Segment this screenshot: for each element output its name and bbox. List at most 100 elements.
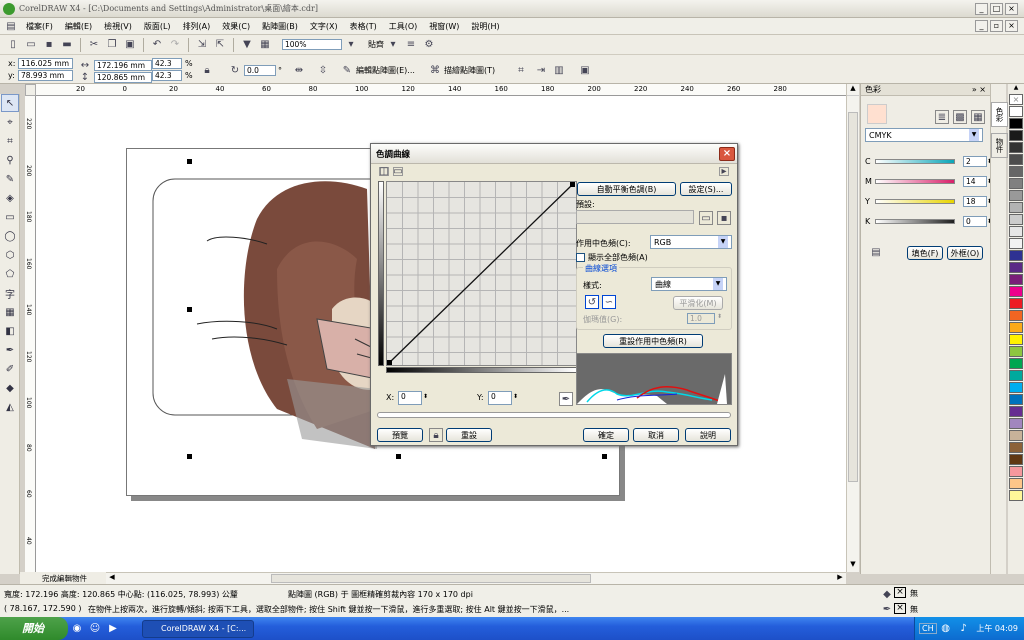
palette-swatch[interactable] <box>1009 166 1023 177</box>
save-preset-icon[interactable]: ▪ <box>717 211 731 225</box>
outline-tool-icon[interactable]: ✐ <box>1 360 19 378</box>
split-view-icon[interactable]: ◫ <box>379 166 389 177</box>
mirror-horizontal-icon[interactable]: ⇹ <box>292 63 306 77</box>
chevron-down-icon[interactable]: ▾ <box>344 38 358 52</box>
doc-close-button[interactable]: × <box>1005 20 1018 32</box>
menu-layout[interactable]: 版面(L) <box>138 21 177 32</box>
single-view-icon[interactable]: ▭ <box>393 166 403 177</box>
doc-minimize-button[interactable]: _ <box>975 20 988 32</box>
fill-button[interactable]: 填色(F) <box>907 246 943 260</box>
minimize-button[interactable]: _ <box>975 2 988 15</box>
import-icon[interactable]: ⇲ <box>195 38 209 52</box>
new-icon[interactable]: ▯ <box>6 38 20 52</box>
x-position-field[interactable]: 116.025 mm <box>18 58 73 69</box>
preview-button[interactable]: 預覽 <box>377 428 423 442</box>
menu-tools[interactable]: 工具(O) <box>383 21 424 32</box>
vertical-scrollbar[interactable]: ▲ ▼ <box>846 84 859 572</box>
palette-swatch[interactable] <box>1009 250 1023 261</box>
horizontal-ruler[interactable]: 20 0 20 40 60 80 100 120 140 160 180 200 220 240 260 28… <box>36 84 846 96</box>
no-fill-swatch[interactable]: × <box>894 587 906 598</box>
help-button[interactable]: 說明 <box>685 428 731 442</box>
horizontal-scroll-thumb[interactable] <box>271 574 591 583</box>
palette-swatch[interactable] <box>1009 142 1023 153</box>
selection-handle[interactable] <box>396 454 401 459</box>
selection-handle[interactable] <box>602 454 607 459</box>
network-icon[interactable]: ◍ <box>939 622 953 636</box>
channel-value-field[interactable]: 14 <box>963 176 987 187</box>
height-field[interactable]: 120.865 mm <box>94 71 152 83</box>
curve-graph[interactable] <box>386 181 577 366</box>
menu-bitmaps[interactable]: 點陣圖(B) <box>256 21 304 32</box>
palette-swatch[interactable] <box>1009 238 1023 249</box>
curve-endpoint[interactable] <box>570 182 575 187</box>
palette-swatch[interactable] <box>1009 310 1023 321</box>
palette-swatch[interactable] <box>1009 334 1023 345</box>
color-palettes-icon[interactable]: ▦ <box>971 110 985 124</box>
freehand-tool-icon[interactable]: ✎ <box>1 170 19 188</box>
palette-swatch[interactable] <box>1009 478 1023 489</box>
y-spinner-icon[interactable]: ⬍ <box>513 393 518 400</box>
selection-handle[interactable] <box>187 159 192 164</box>
channel-slider[interactable] <box>875 159 955 164</box>
palette-swatch[interactable] <box>1009 346 1023 357</box>
gamma-field[interactable]: 1.0 <box>687 313 715 324</box>
tab-object[interactable]: 物件 <box>991 133 1008 158</box>
channel-value-field[interactable]: 18 <box>963 196 987 207</box>
menu-text[interactable]: 文字(X) <box>304 21 344 32</box>
color-docker-menu-icon[interactable]: ▤ <box>869 245 883 259</box>
vertical-scroll-thumb[interactable] <box>848 112 858 482</box>
palette-swatch[interactable] <box>1009 406 1023 417</box>
pick-tool-icon[interactable]: ↖ <box>1 94 19 112</box>
crop-tool-icon[interactable]: ⌗ <box>1 132 19 150</box>
palette-swatch[interactable] <box>1009 214 1023 225</box>
palette-swatch[interactable] <box>1009 274 1023 285</box>
basic-shapes-icon[interactable]: ⬠ <box>1 265 19 283</box>
palette-swatch[interactable] <box>1009 154 1023 165</box>
no-color-swatch[interactable]: × <box>1009 94 1023 105</box>
print-icon[interactable]: ▬ <box>60 38 74 52</box>
expand-dialog-icon[interactable]: ▸ <box>719 166 729 177</box>
palette-swatch[interactable] <box>1009 430 1023 441</box>
freehand-curve-icon[interactable]: ∽ <box>602 295 616 309</box>
vertical-ruler[interactable]: 220 200 180 160 140 120 100 80 60 40 <box>25 96 36 574</box>
ok-button[interactable]: 確定 <box>583 428 629 442</box>
width-field[interactable]: 172.196 mm <box>94 59 152 71</box>
snap-dropdown-icon[interactable]: ▾ <box>386 38 400 52</box>
palette-swatch[interactable] <box>1009 466 1023 477</box>
app-launcher-icon[interactable]: ▼ <box>240 38 254 52</box>
polygon-tool-icon[interactable]: ⬡ <box>1 246 19 264</box>
menu-window[interactable]: 視窗(W) <box>423 21 465 32</box>
reset-channel-button[interactable]: 重設作用中色頻(R) <box>603 334 703 348</box>
edit-bitmap-button[interactable]: 編輯點陣圖(E)... <box>356 65 415 76</box>
interactive-fill-icon[interactable]: ◭ <box>1 398 19 416</box>
show-all-checkbox[interactable] <box>576 253 585 262</box>
menu-help[interactable]: 說明(H) <box>465 21 505 32</box>
channel-slider[interactable] <box>875 219 955 224</box>
curve-style-select[interactable]: 曲線 ▼ <box>651 277 727 291</box>
palette-swatch[interactable] <box>1009 322 1023 333</box>
palette-swatch[interactable] <box>1009 226 1023 237</box>
undo-icon[interactable]: ↶ <box>150 38 164 52</box>
palette-swatch[interactable] <box>1009 178 1023 189</box>
snap-to-button[interactable]: 貼齊 <box>368 39 384 50</box>
reset-button[interactable]: 重設 <box>446 428 492 442</box>
curve-mode-icon[interactable]: ↺ <box>585 295 599 309</box>
curve-grid[interactable] <box>387 182 576 365</box>
welcome-icon[interactable]: ▦ <box>258 38 272 52</box>
smooth-button[interactable]: 平滑化(M) <box>673 296 723 310</box>
interactive-blend-icon[interactable]: ◧ <box>1 322 19 340</box>
open-preset-icon[interactable]: ▭ <box>699 211 713 225</box>
horizontal-scrollbar[interactable]: ◀ ▶ <box>106 572 846 584</box>
tool-options-icon[interactable]: ⚙ <box>422 38 436 52</box>
taskbar-coreldraw-item[interactable]: CorelDRAW X4 - [C:... <box>142 619 254 638</box>
copy-icon[interactable]: ❐ <box>105 38 119 52</box>
maximize-button[interactable]: □ <box>990 2 1003 15</box>
menu-view[interactable]: 檢視(V) <box>98 21 138 32</box>
shape-tool-icon[interactable]: ⌖ <box>1 113 19 131</box>
options-icon[interactable]: ≡ <box>404 38 418 52</box>
palette-swatch[interactable] <box>1009 106 1023 117</box>
channel-value-field[interactable]: 2 <box>963 156 987 167</box>
palette-swatch[interactable] <box>1009 454 1023 465</box>
browser-icon[interactable]: ◉ <box>70 622 84 636</box>
messenger-icon[interactable]: ☺ <box>88 622 102 636</box>
